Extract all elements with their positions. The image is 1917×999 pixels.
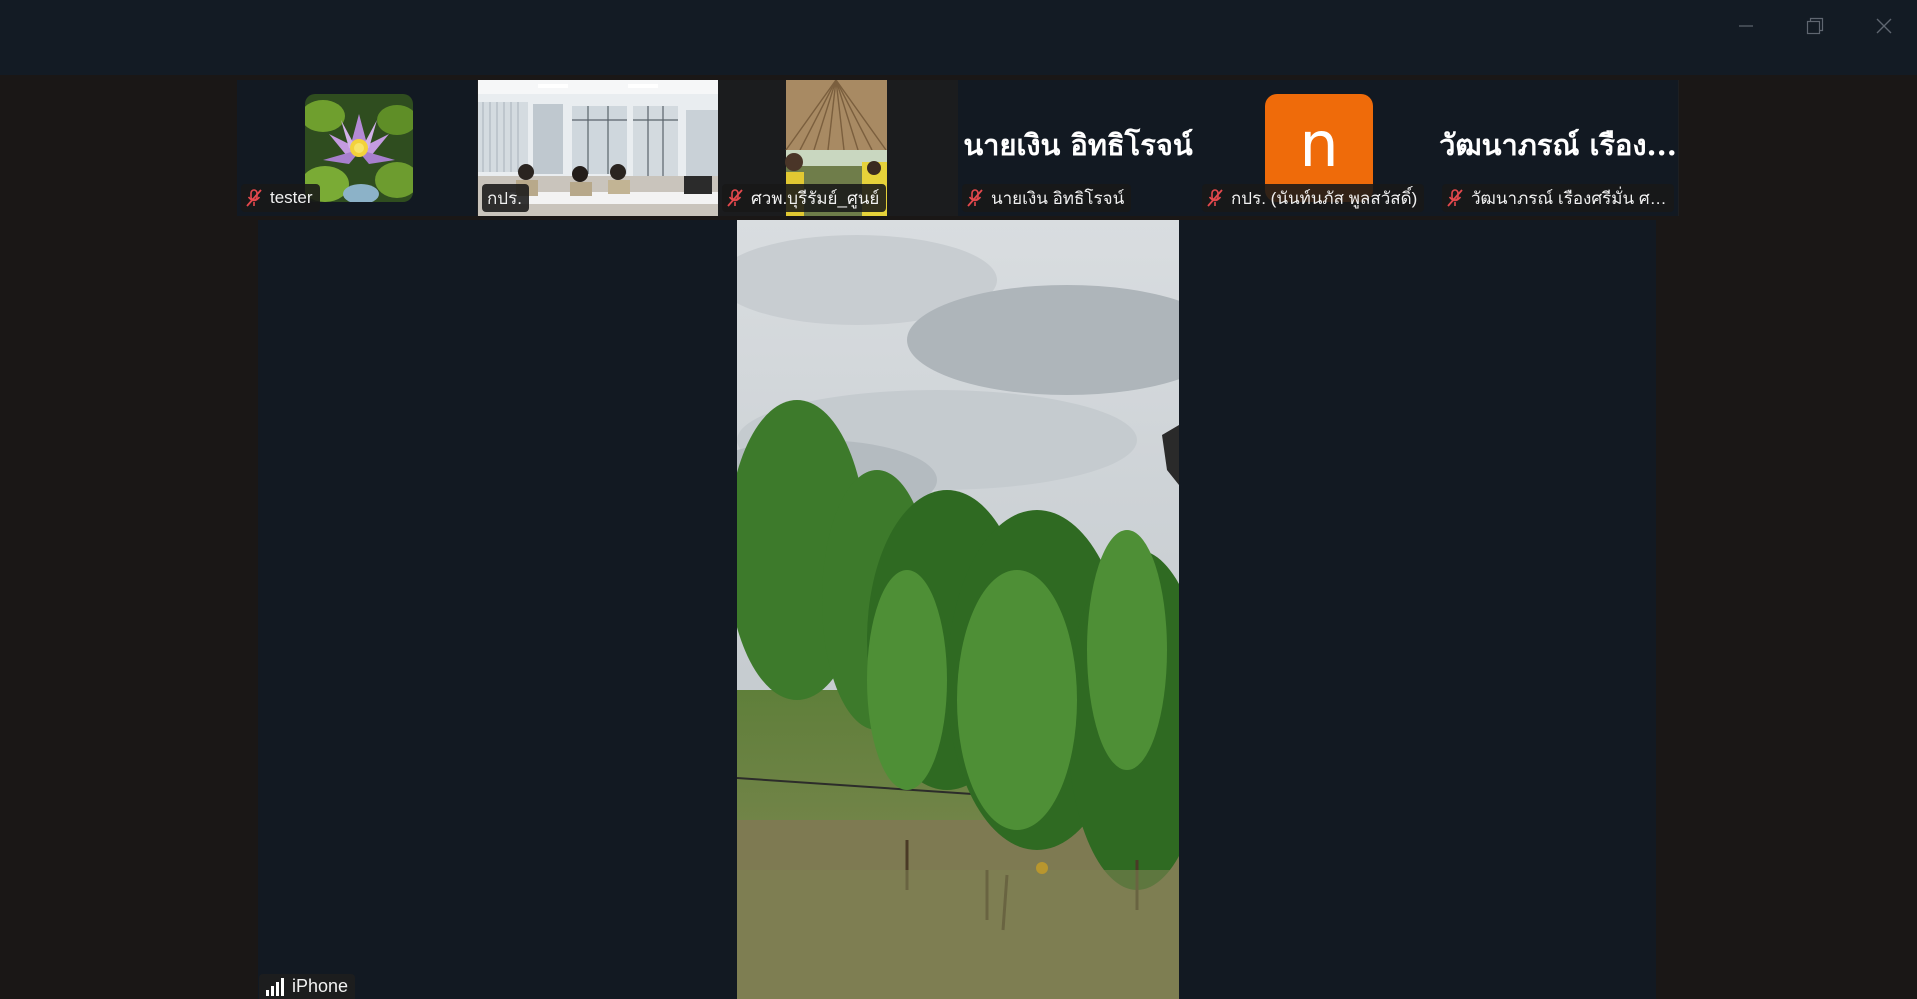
participant-tile-buriram-center[interactable]: ศวพ.บุรีรัมย์_ศูนย์: [718, 80, 958, 216]
signal-bars-icon: [266, 977, 284, 996]
participant-tile-nannapat[interactable]: n กปร. (นันท์นภัส พูลสวัสดิ์): [1198, 80, 1438, 216]
participant-nameplate: วัฒนาภรณ์ เรืองศรีมั่น ศว...: [1442, 184, 1674, 212]
participant-nameplate: ศวพ.บุรีรัมย์_ศูนย์: [722, 184, 887, 212]
restore-button[interactable]: [1781, 0, 1849, 52]
muted-mic-icon: [246, 189, 262, 207]
participant-tile-kpr[interactable]: กปร.: [478, 80, 718, 216]
participant-display-name: วัฒนาภรณ์ เรือง...: [1439, 128, 1677, 162]
muted-mic-icon: [967, 189, 983, 207]
muted-mic-icon: [1207, 189, 1223, 207]
participant-name: tester: [270, 188, 313, 207]
participant-name: ศวพ.บุรีรัมย์_ศูนย์: [751, 188, 880, 208]
participant-name: นายเงิน อิทธิโรจน์: [991, 188, 1125, 208]
device-label: iPhone: [292, 976, 349, 996]
participant-name: กปร. (นันท์นภัส พูลสวัสดิ์): [1231, 188, 1418, 208]
participant-nameplate: นายเงิน อิทธิโรจน์: [962, 184, 1132, 212]
restore-icon: [1806, 17, 1824, 35]
speaker-device-badge: iPhone: [259, 974, 356, 999]
participant-name: กปร.: [487, 188, 522, 208]
speaker-video-frame: [737, 220, 1179, 999]
participant-name: วัฒนาภรณ์ เรืองศรีมั่น ศว...: [1471, 188, 1667, 208]
close-icon: [1876, 18, 1892, 34]
minimize-icon: [1739, 25, 1753, 27]
participant-nameplate: tester: [241, 184, 320, 212]
water-lily-image: [305, 94, 413, 202]
minimize-button[interactable]: [1712, 0, 1780, 52]
muted-mic-icon: [1447, 189, 1463, 207]
close-button[interactable]: [1850, 0, 1917, 52]
active-speaker-video[interactable]: [737, 220, 1179, 999]
participant-nameplate: กปร.: [482, 184, 529, 212]
muted-mic-icon: [727, 189, 743, 207]
participant-display-name: นายเงิน อิทธิโรจน์: [963, 128, 1193, 162]
participant-tile-tester[interactable]: tester: [237, 80, 477, 216]
participant-tile-ngoen[interactable]: นายเงิน อิทธิโรจน์ นายเงิน อิทธิโรจน์: [958, 80, 1198, 216]
window-titlebar: [0, 0, 1917, 75]
participant-nameplate: กปร. (นันท์นภัส พูลสวัสดิ์): [1202, 184, 1425, 212]
participant-tile-wattanaporn[interactable]: วัฒนาภรณ์ เรือง... วัฒนาภรณ์ เรืองศรีมั่…: [1438, 80, 1678, 216]
